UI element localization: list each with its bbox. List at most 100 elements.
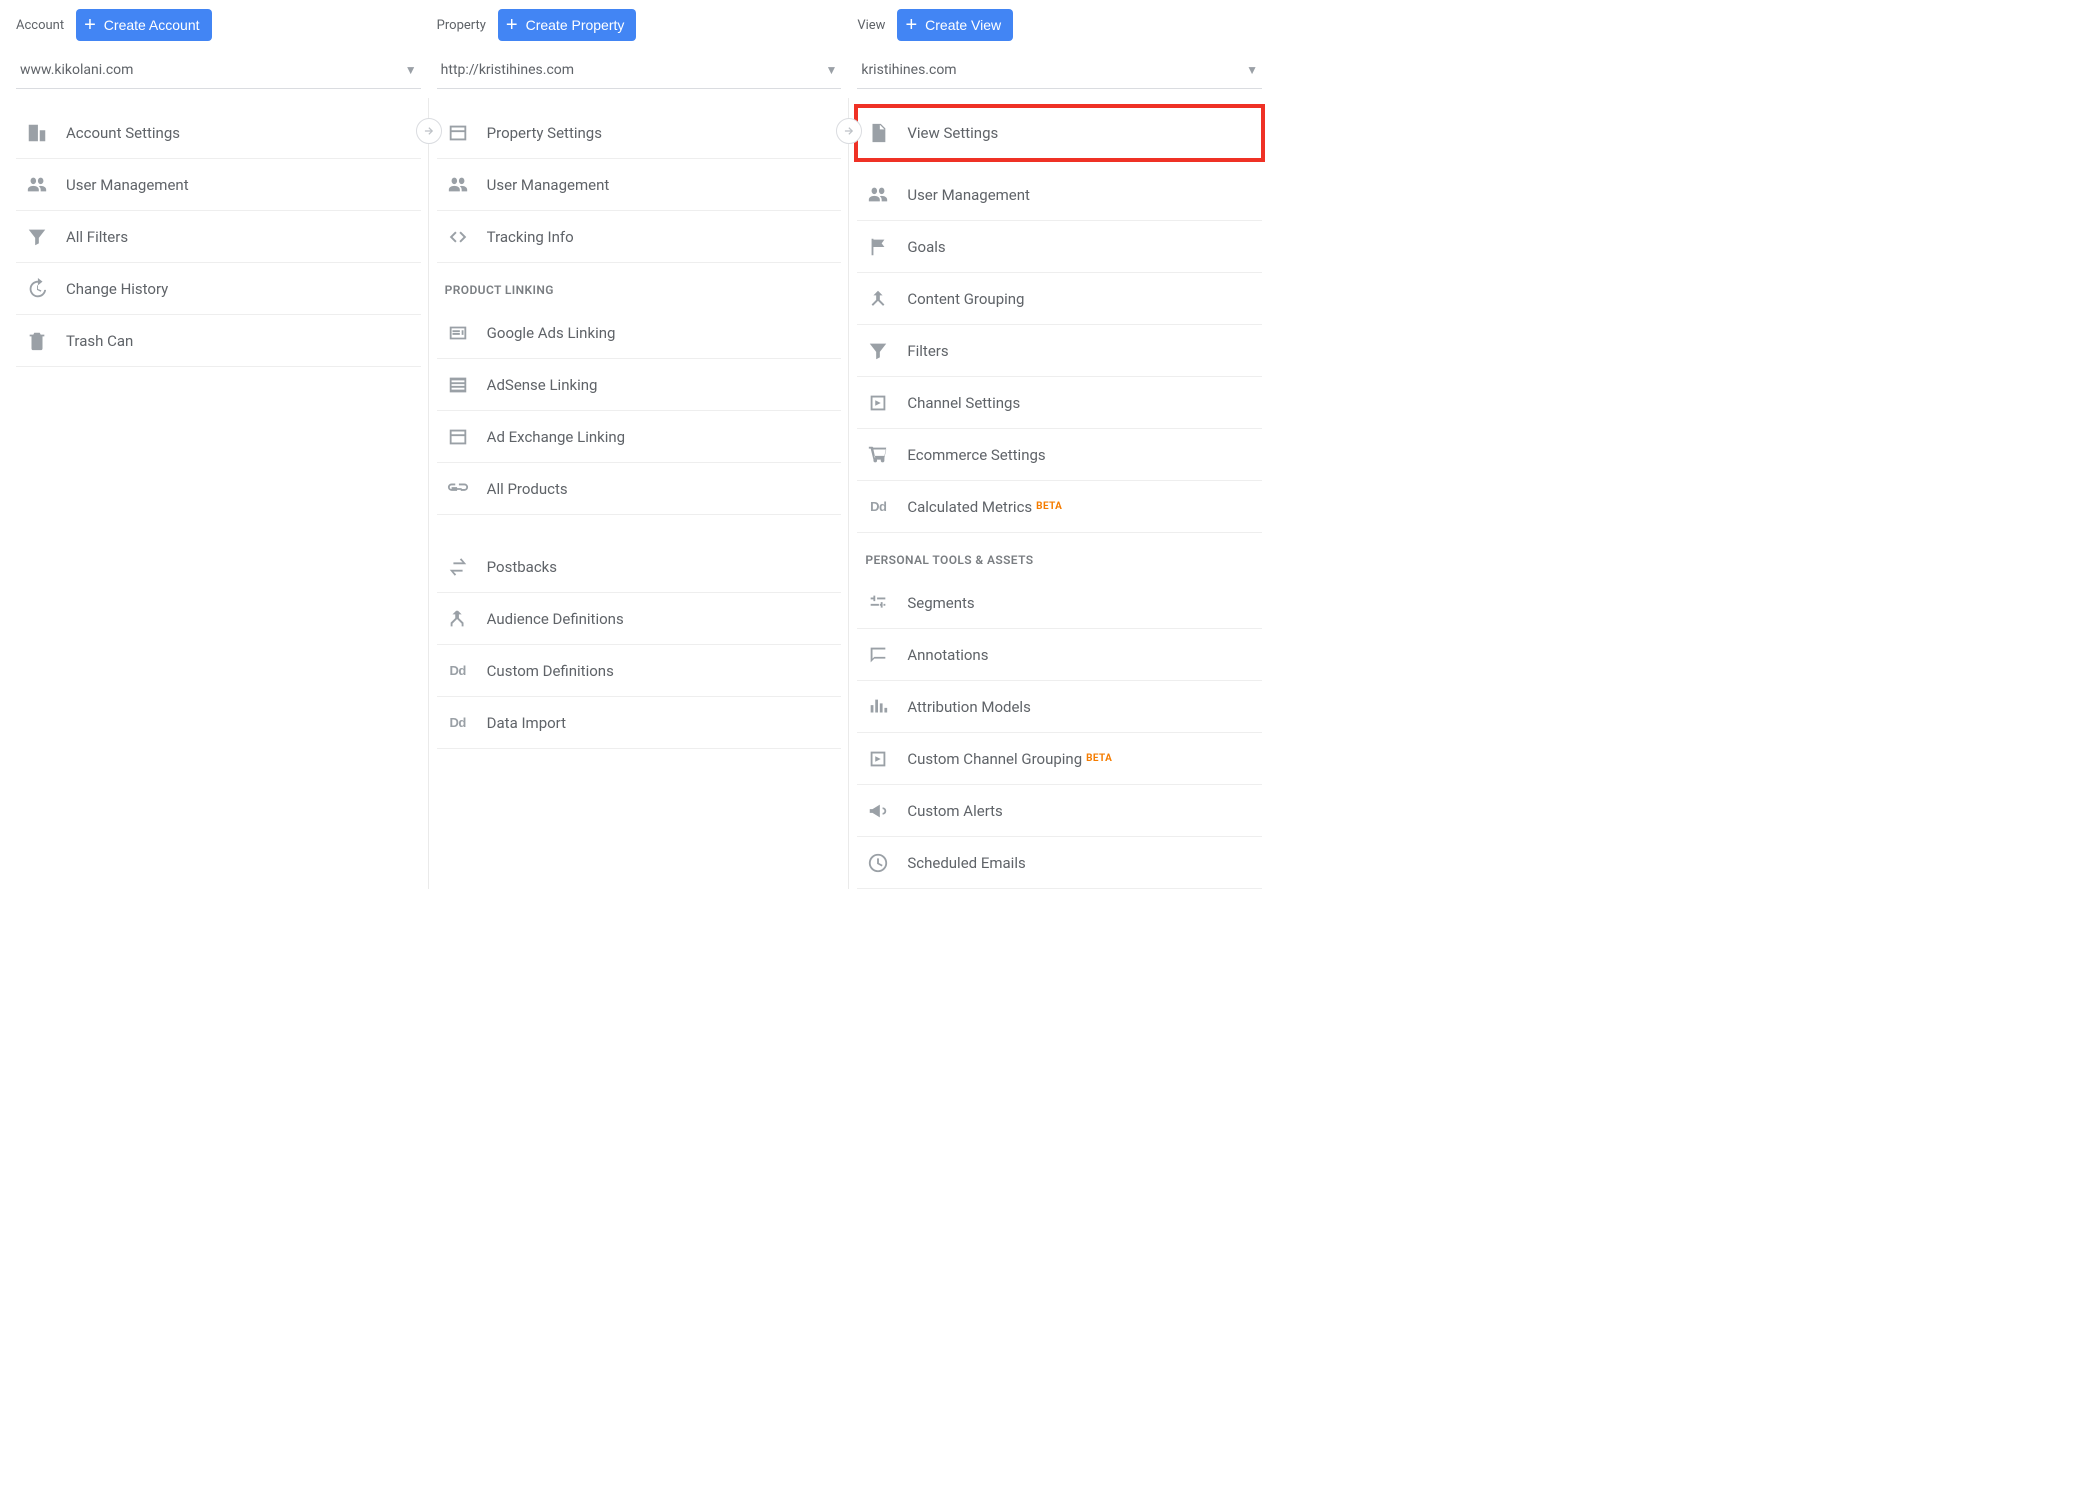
split-icon [445, 608, 471, 630]
nav-item-label: Attribution Models [907, 698, 1030, 716]
move-right-icon[interactable] [416, 118, 442, 144]
product-linking-heading: PRODUCT LINKING [437, 263, 842, 307]
nav-item-label: Change History [66, 280, 168, 298]
account-header: Account + Create Account [16, 8, 421, 42]
nav-item-label: User Management [66, 176, 189, 194]
nav-item-label: Annotations [907, 646, 988, 664]
create-view-button[interactable]: + Create View [897, 9, 1013, 41]
nav-item-all-filters[interactable]: All Filters [16, 211, 421, 263]
nav-item-adsense-linking[interactable]: AdSense Linking [437, 359, 842, 411]
nav-item-property-settings[interactable]: Property Settings [437, 107, 842, 159]
property-list-main: Property Settings User Management Tracking… [437, 107, 842, 263]
nav-item-content-grouping[interactable]: Content Grouping [857, 273, 1262, 325]
nav-item-custom-alerts[interactable]: Custom Alerts [857, 785, 1262, 837]
nav-item-attribution-models[interactable]: Attribution Models [857, 681, 1262, 733]
property-header: Property + Create Property [437, 8, 842, 42]
nav-item-custom-channel-grouping[interactable]: Custom Channel GroupingBETA [857, 733, 1262, 785]
nav-item-goals[interactable]: Goals [857, 221, 1262, 273]
nav-item-trash-can[interactable]: Trash Can [16, 315, 421, 367]
code-icon [445, 226, 471, 248]
nav-item-label: Postbacks [487, 558, 557, 576]
channel-icon [865, 392, 891, 414]
dd-icon: Dd [865, 496, 891, 518]
users-icon [24, 174, 50, 196]
personal-tools-heading: PERSONAL TOOLS & ASSETS [857, 533, 1262, 577]
view-title: View [857, 18, 885, 33]
users-icon [445, 174, 471, 196]
nav-item-user-management[interactable]: User Management [16, 159, 421, 211]
funnel-icon [865, 340, 891, 362]
nav-item-audience-definitions[interactable]: Audience Definitions [437, 593, 842, 645]
create-account-button[interactable]: + Create Account [76, 9, 211, 41]
nav-item-label: Custom Definitions [487, 662, 614, 680]
property-list-linking: Google Ads Linking AdSense Linking Ad Exch… [437, 307, 842, 515]
listbox-icon [445, 374, 471, 396]
admin-container: Account + Create Account www.kikolani.co… [0, 0, 1270, 889]
nav-item-label: All Products [487, 480, 568, 498]
nav-item-channel-settings[interactable]: Channel Settings [857, 377, 1262, 429]
nav-item-label: User Management [907, 186, 1030, 204]
funnel-icon [24, 226, 50, 248]
account-title: Account [16, 18, 64, 33]
account-selector[interactable]: www.kikolani.com ▼ [16, 54, 421, 89]
dropdown-icon: ▼ [405, 63, 417, 77]
nav-item-user-management[interactable]: User Management [857, 169, 1262, 221]
building-icon [24, 122, 50, 144]
nav-item-label: Segments [907, 594, 974, 612]
nav-item-google-ads-linking[interactable]: Google Ads Linking [437, 307, 842, 359]
beta-badge: BETA [1036, 501, 1062, 512]
nav-item-segments[interactable]: Segments [857, 577, 1262, 629]
nav-item-label: Tracking Info [487, 228, 574, 246]
nav-item-tracking-info[interactable]: Tracking Info [437, 211, 842, 263]
nav-item-change-history[interactable]: Change History [16, 263, 421, 315]
nav-item-calculated-metrics[interactable]: Dd Calculated Metrics BETA [857, 481, 1262, 533]
create-account-label: Create Account [104, 17, 200, 33]
nav-item-label: Ad Exchange Linking [487, 428, 625, 446]
nav-item-label: Custom Channel Grouping [907, 750, 1082, 768]
nav-item-label: All Filters [66, 228, 128, 246]
nav-item-label: AdSense Linking [487, 376, 598, 394]
nav-item-postbacks[interactable]: Postbacks [437, 541, 842, 593]
account-column: Account + Create Account www.kikolani.co… [8, 8, 429, 889]
create-property-label: Create Property [526, 17, 625, 33]
nav-item-ad-exchange-linking[interactable]: Ad Exchange Linking [437, 411, 842, 463]
view-selector[interactable]: kristihines.com ▼ [857, 54, 1262, 89]
property-title: Property [437, 18, 486, 33]
account-list: Account Settings User Management All Filte… [16, 107, 421, 367]
nav-item-label: Goals [907, 238, 945, 256]
nav-item-label: Property Settings [487, 124, 602, 142]
nav-item-all-products[interactable]: All Products [437, 463, 842, 515]
nav-item-ecommerce-settings[interactable]: Ecommerce Settings [857, 429, 1262, 481]
megaphone-icon [865, 800, 891, 822]
clock-icon [865, 852, 891, 874]
nav-item-data-import[interactable]: DdData Import [437, 697, 842, 749]
bars-icon [865, 696, 891, 718]
nav-item-label: Content Grouping [907, 290, 1024, 308]
nav-item-label: Calculated Metrics [907, 498, 1032, 516]
nav-item-custom-definitions[interactable]: DdCustom Definitions [437, 645, 842, 697]
create-property-button[interactable]: + Create Property [498, 9, 637, 41]
nav-item-user-management[interactable]: User Management [437, 159, 842, 211]
account-selected-value: www.kikolani.com [20, 62, 133, 78]
trash-icon [24, 330, 50, 352]
layout-icon [445, 122, 471, 144]
nav-item-label: Custom Alerts [907, 802, 1002, 820]
property-selector[interactable]: http://kristihines.com ▼ [437, 54, 842, 89]
nav-item-filters[interactable]: Filters [857, 325, 1262, 377]
nav-item-account-settings[interactable]: Account Settings [16, 107, 421, 159]
nav-item-scheduled-emails[interactable]: Scheduled Emails [857, 837, 1262, 889]
nav-item-view-settings[interactable]: View Settings [857, 107, 1262, 159]
nav-item-annotations[interactable]: Annotations [857, 629, 1262, 681]
cart-icon [865, 444, 891, 466]
nav-item-label: Audience Definitions [487, 610, 624, 628]
nav-item-label: View Settings [907, 124, 998, 142]
nav-item-label: User Management [487, 176, 610, 194]
property-column: Property + Create Property http://kristi… [429, 8, 850, 889]
nav-item-label: Ecommerce Settings [907, 446, 1045, 464]
property-selected-value: http://kristihines.com [441, 62, 574, 78]
nav-item-label: Account Settings [66, 124, 180, 142]
plus-icon: + [84, 16, 96, 34]
dd-icon: Dd [445, 712, 471, 734]
nav-item-label: Scheduled Emails [907, 854, 1025, 872]
nav-item-label: Filters [907, 342, 948, 360]
